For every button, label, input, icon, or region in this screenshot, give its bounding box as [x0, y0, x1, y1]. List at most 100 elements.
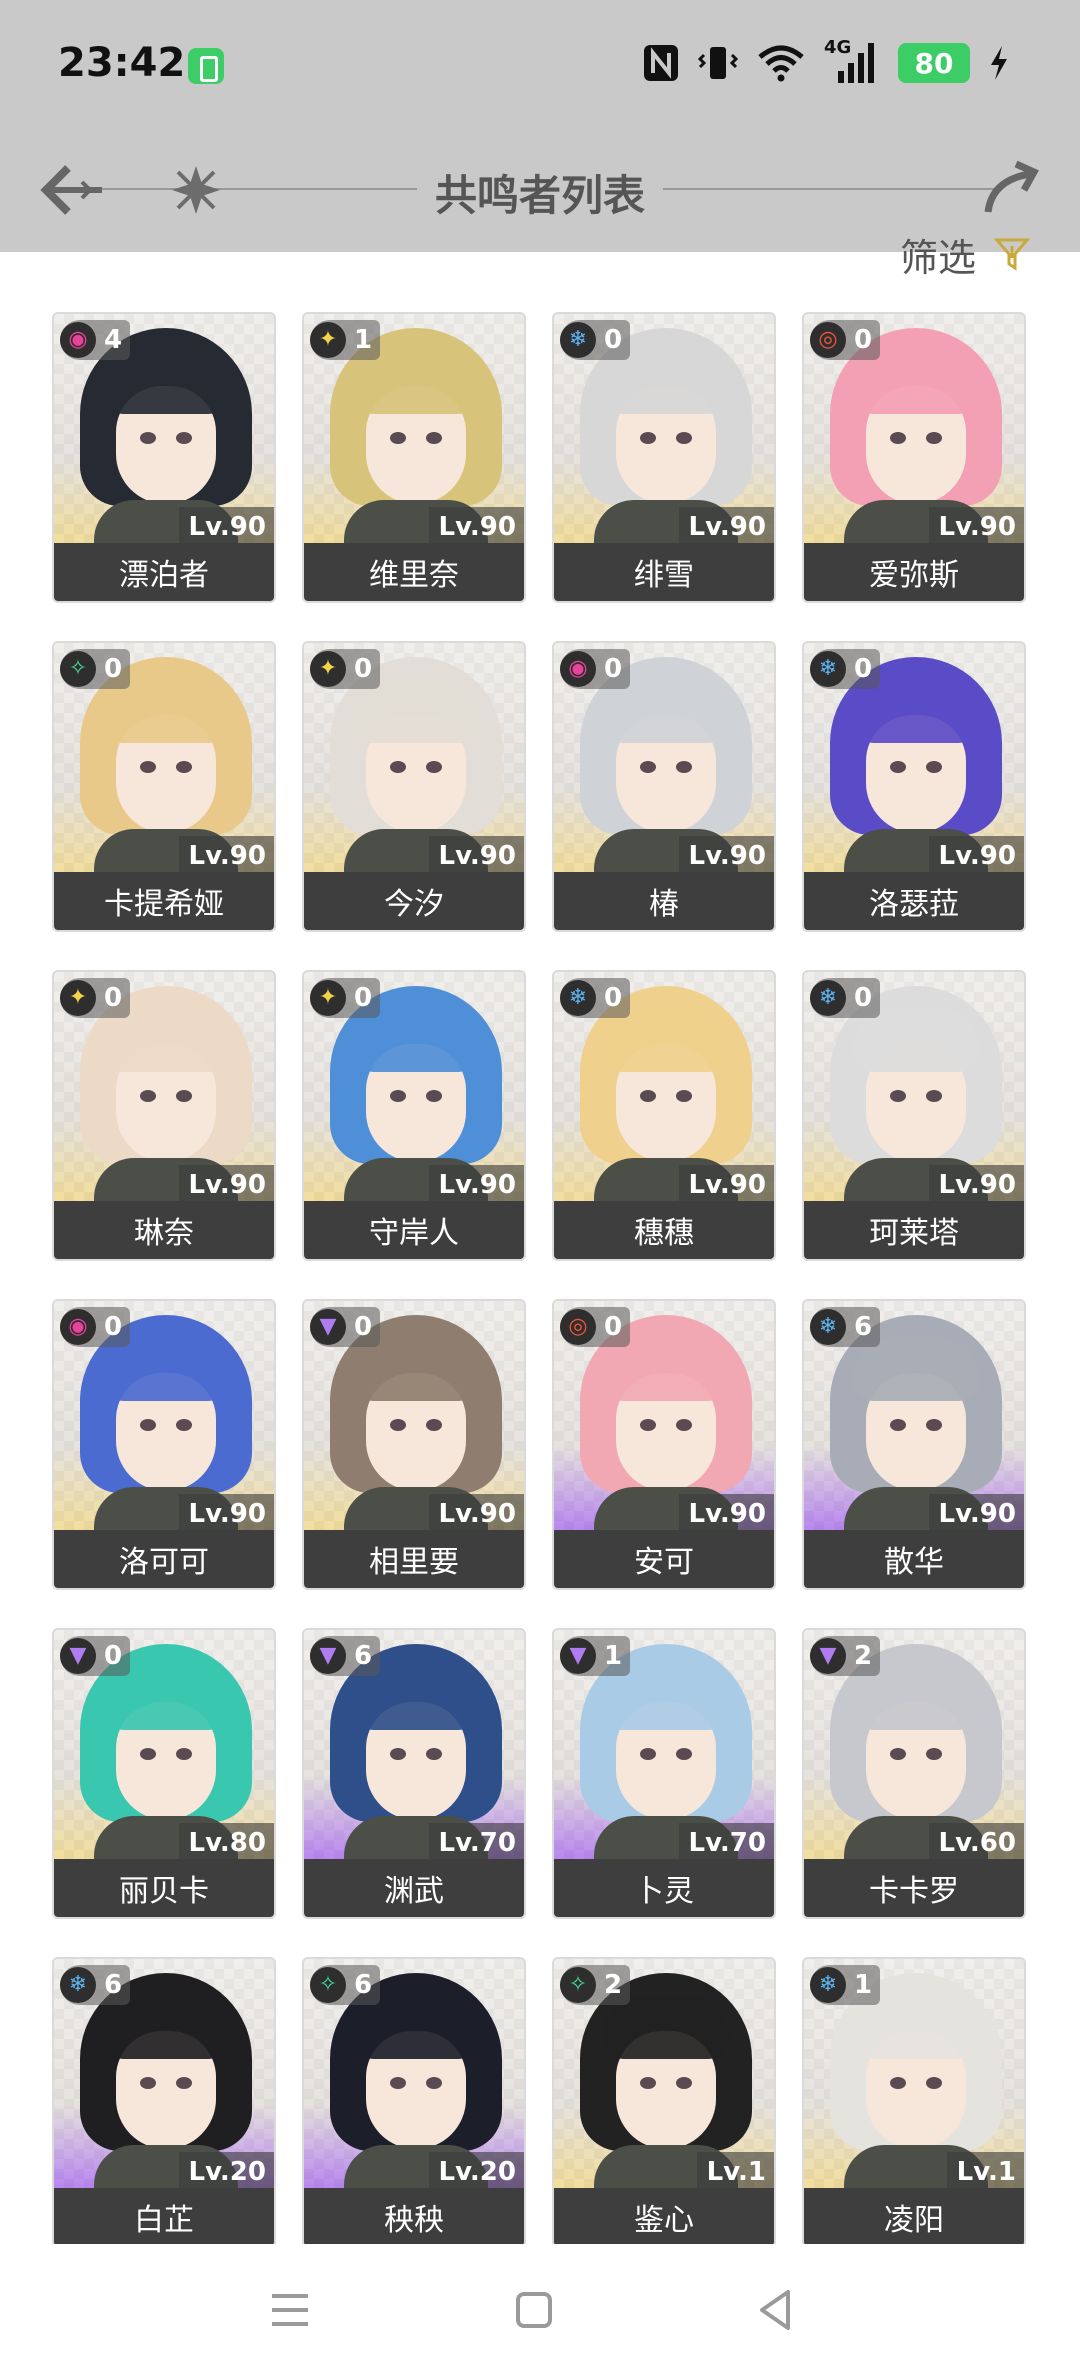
portrait-eye [926, 432, 942, 444]
fusion-element-icon: ◎ [810, 322, 846, 358]
character-card[interactable]: ❄ 6 Lv.90 散华 [802, 1299, 1026, 1590]
level-badge: Lv.90 [678, 1165, 774, 1205]
character-name: 卜灵 [554, 1859, 774, 1917]
home-button[interactable] [504, 2280, 564, 2340]
portrait-eye [390, 1419, 406, 1431]
level-badge: Lv.90 [678, 1494, 774, 1534]
portrait-eye [926, 1419, 942, 1431]
glacio-element-icon: ❄ [810, 651, 846, 687]
level-badge: Lv.90 [178, 836, 274, 876]
character-card[interactable]: ▼ 2 Lv.60 卡卡罗 [802, 1628, 1026, 1919]
level-badge: Lv.90 [928, 1494, 1024, 1534]
portrait-eye [640, 1419, 656, 1431]
sequence-count: 0 [354, 1312, 373, 1342]
portrait-eye [890, 432, 906, 444]
character-card[interactable]: ◎ 0 Lv.90 安可 [552, 1299, 776, 1590]
character-name: 鉴心 [554, 2188, 774, 2244]
level-badge: Lv.90 [428, 836, 524, 876]
glacio-element-icon: ❄ [810, 1309, 846, 1345]
level-badge: Lv.90 [928, 507, 1024, 547]
character-card[interactable]: ✦ 0 Lv.90 琳奈 [52, 970, 276, 1261]
character-card[interactable]: ✦ 1 Lv.90 维里奈 [302, 312, 526, 603]
sequence-count: 0 [604, 654, 623, 684]
character-card[interactable]: ✦ 0 Lv.90 守岸人 [302, 970, 526, 1261]
character-card[interactable]: ◉ 0 Lv.90 洛可可 [52, 1299, 276, 1590]
character-card[interactable]: ❄ 0 Lv.90 珂莱塔 [802, 970, 1026, 1261]
character-card[interactable]: ◉ 4 Lv.90 漂泊者 [52, 312, 276, 603]
character-name: 椿 [554, 872, 774, 930]
character-card[interactable]: ❄ 0 Lv.90 穗穗 [552, 970, 776, 1261]
sequence-count: 0 [604, 325, 623, 355]
character-card[interactable]: ◎ 0 Lv.90 爱弥斯 [802, 312, 1026, 603]
portrait-eye [676, 1748, 692, 1760]
character-card[interactable]: ❄ 0 Lv.90 洛瑟菈 [802, 641, 1026, 932]
portrait-eye [640, 2077, 656, 2089]
element-badge: ❄ 0 [810, 649, 881, 689]
portrait-eye [140, 1748, 156, 1760]
character-name: 琳奈 [54, 1201, 274, 1259]
level-badge: Lv.1 [946, 2152, 1024, 2192]
portrait-eye [140, 432, 156, 444]
portrait-eye [140, 1419, 156, 1431]
recent-apps-button[interactable] [260, 2280, 320, 2340]
element-badge: ❄ 1 [810, 1965, 881, 2005]
element-badge: ✧ 2 [560, 1965, 631, 2005]
portrait-eye [890, 761, 906, 773]
character-card[interactable]: ▼ 6 Lv.70 渊武 [302, 1628, 526, 1919]
glacio-element-icon: ❄ [560, 980, 596, 1016]
glacio-element-icon: ❄ [810, 980, 846, 1016]
character-card[interactable]: ❄ 0 Lv.90 绯雪 [552, 312, 776, 603]
level-badge: Lv.70 [678, 1823, 774, 1863]
level-badge: Lv.90 [928, 1165, 1024, 1205]
character-name: 渊武 [304, 1859, 524, 1917]
level-badge: Lv.70 [428, 1823, 524, 1863]
portrait-eye [426, 1419, 442, 1431]
back-triangle-icon [760, 2290, 790, 2330]
element-badge: ✧ 6 [310, 1965, 381, 2005]
character-card[interactable]: ▼ 0 Lv.90 相里要 [302, 1299, 526, 1590]
element-badge: ◎ 0 [810, 320, 881, 360]
portrait-eye [176, 432, 192, 444]
sequence-count: 2 [604, 1970, 623, 2000]
home-icon [516, 2292, 552, 2328]
element-badge: ◉ 0 [560, 649, 631, 689]
element-badge: ❄ 0 [560, 320, 631, 360]
element-badge: ✦ 0 [310, 978, 381, 1018]
character-card[interactable]: ❄ 6 Lv.20 白芷 [52, 1957, 276, 2244]
portrait-eye [426, 1090, 442, 1102]
electro-element-icon: ▼ [310, 1638, 346, 1674]
system-back-button[interactable] [746, 2280, 806, 2340]
sequence-count: 0 [604, 983, 623, 1013]
character-name: 安可 [554, 1530, 774, 1588]
sequence-count: 1 [604, 1641, 623, 1671]
sequence-count: 4 [104, 325, 123, 355]
character-name: 洛可可 [54, 1530, 274, 1588]
element-badge: ✦ 0 [60, 978, 131, 1018]
character-card[interactable]: ▼ 0 Lv.80 丽贝卡 [52, 1628, 276, 1919]
aero-element-icon: ✧ [560, 1967, 596, 2003]
spectro-element-icon: ✦ [310, 322, 346, 358]
portrait-eye [926, 1090, 942, 1102]
character-card[interactable]: ✦ 0 Lv.90 今汐 [302, 641, 526, 932]
portrait-eye [890, 1419, 906, 1431]
sequence-count: 0 [354, 983, 373, 1013]
character-card[interactable]: ❄ 1 Lv.1 凌阳 [802, 1957, 1026, 2244]
character-name: 丽贝卡 [54, 1859, 274, 1917]
character-card[interactable]: ✧ 0 Lv.90 卡提希娅 [52, 641, 276, 932]
character-card[interactable]: ✧ 6 Lv.20 秧秧 [302, 1957, 526, 2244]
aero-element-icon: ✧ [310, 1967, 346, 2003]
portrait-eye [890, 1090, 906, 1102]
level-badge: Lv.90 [178, 1494, 274, 1534]
system-navigation-bar [0, 2244, 1080, 2376]
character-card[interactable]: ▼ 1 Lv.70 卜灵 [552, 1628, 776, 1919]
level-badge: Lv.90 [428, 507, 524, 547]
sequence-count: 0 [854, 983, 873, 1013]
character-name: 绯雪 [554, 543, 774, 601]
portrait-eye [926, 1748, 942, 1760]
character-name: 珂莱塔 [804, 1201, 1024, 1259]
character-name: 散华 [804, 1530, 1024, 1588]
electro-element-icon: ▼ [310, 1309, 346, 1345]
character-card[interactable]: ✧ 2 Lv.1 鉴心 [552, 1957, 776, 2244]
element-badge: ▼ 0 [310, 1307, 381, 1347]
character-card[interactable]: ◉ 0 Lv.90 椿 [552, 641, 776, 932]
